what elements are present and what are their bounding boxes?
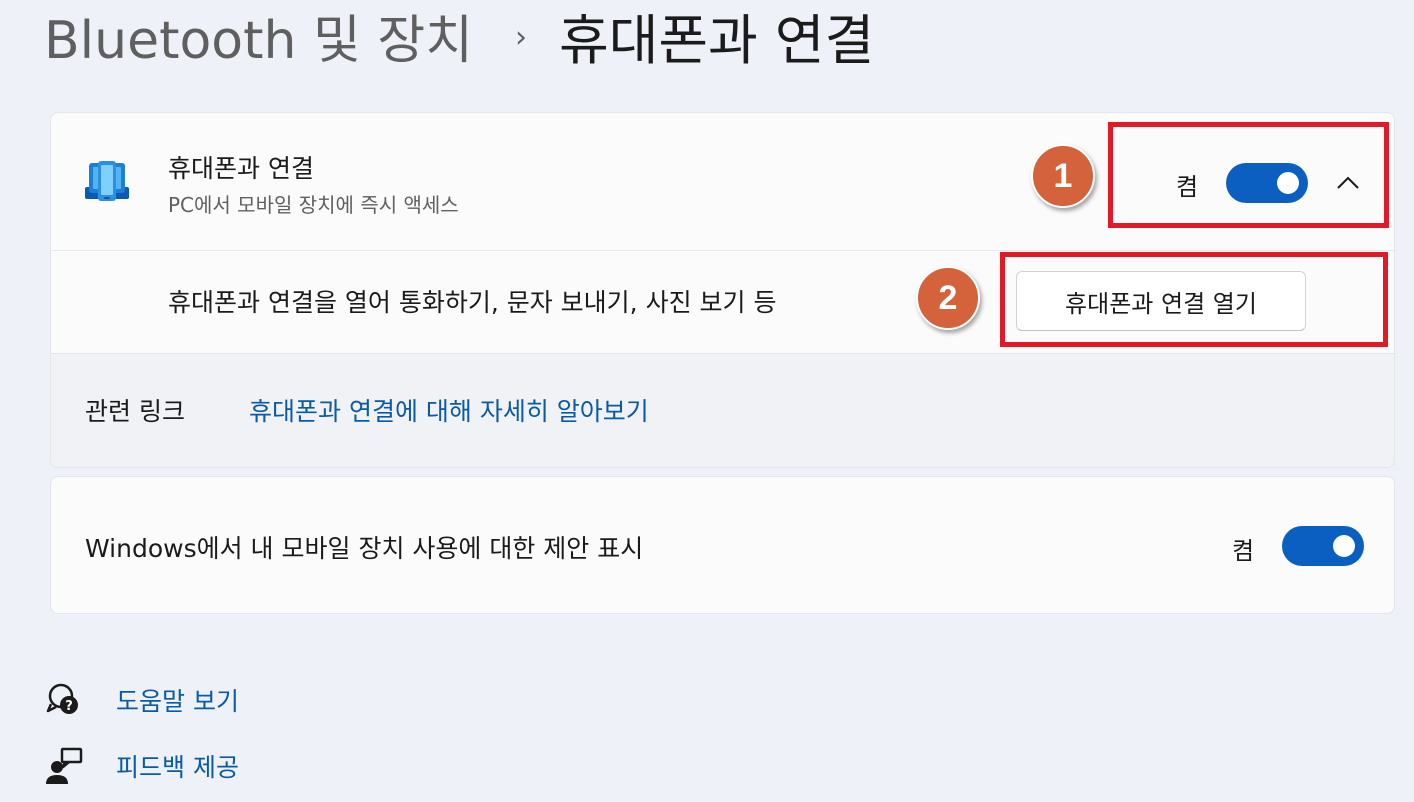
svg-text:?: ? [65, 699, 73, 714]
mobile-suggestions-text: Windows에서 내 모바일 장치 사용에 대한 제안 표시 [85, 534, 644, 563]
breadcrumb-parent[interactable]: Bluetooth 및 장치 [44, 0, 473, 73]
related-links-row: 관련 링크 휴대폰과 연결에 대해 자세히 알아보기 [51, 353, 1394, 467]
step-badge-1: 1 [1031, 144, 1095, 208]
settings-page: Bluetooth 및 장치 › 휴대폰과 연결 휴대폰과 연결 PC에서 모바… [0, 0, 1414, 802]
breadcrumb: Bluetooth 및 장치 › 휴대폰과 연결 [44, 0, 874, 73]
help-chat-icon: ? [46, 683, 78, 714]
get-help-label: 도움말 보기 [116, 687, 239, 716]
suggestions-state-label: 켬 [1232, 537, 1255, 565]
phone-link-detail-text: 휴대폰과 연결을 열어 통화하기, 문자 보내기, 사진 보기 등 [168, 288, 777, 317]
phone-link-subtitle: PC에서 모바일 장치에 즉시 액세스 [168, 193, 459, 217]
breadcrumb-separator-icon: › [515, 19, 528, 55]
page-title: 휴대폰과 연결 [559, 8, 875, 72]
get-help-link[interactable]: ? 도움말 보기 [44, 680, 239, 720]
phone-link-app-icon [85, 161, 129, 201]
step-badge-2: 2 [916, 266, 980, 330]
mobile-suggestions-card: Windows에서 내 모바일 장치 사용에 대한 제안 표시 켬 [50, 476, 1395, 614]
give-feedback-label: 피드백 제공 [116, 753, 239, 782]
phone-link-title: 휴대폰과 연결 [168, 154, 314, 183]
mobile-suggestions-toggle[interactable] [1282, 526, 1364, 566]
related-links-label: 관련 링크 [85, 397, 185, 426]
highlight-box-2 [1000, 252, 1388, 347]
toggle-knob [1333, 535, 1355, 557]
highlight-box-1 [1108, 122, 1389, 228]
give-feedback-link[interactable]: 피드백 제공 [44, 746, 239, 786]
feedback-person-icon [46, 747, 83, 784]
learn-more-link[interactable]: 휴대폰과 연결에 대해 자세히 알아보기 [249, 392, 649, 428]
